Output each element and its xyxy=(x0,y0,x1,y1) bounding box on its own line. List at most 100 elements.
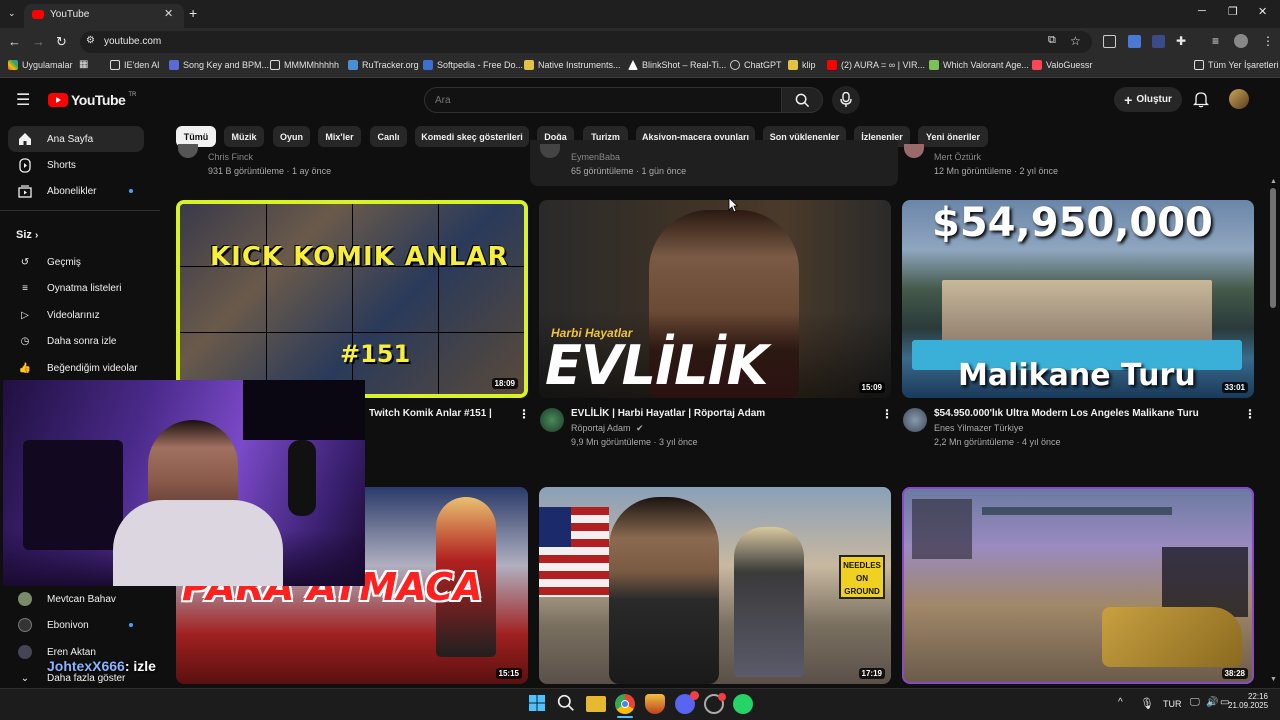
bookmark-item[interactable]: ValoGuessr xyxy=(1032,60,1092,70)
notifications-bell-icon[interactable] xyxy=(1193,91,1209,108)
whatsapp-icon[interactable] xyxy=(733,694,753,714)
scroll-down-icon[interactable]: ▼ xyxy=(1270,676,1277,683)
channel-avatar[interactable] xyxy=(178,144,198,158)
video-title[interactable]: $54.950.000'lık Ultra Modern Los Angeles… xyxy=(934,408,1199,419)
tab-close-icon[interactable]: ✕ xyxy=(164,7,173,20)
minimize-icon[interactable]: ─ xyxy=(1198,5,1206,17)
input-language[interactable]: TUR xyxy=(1163,699,1182,709)
tab-groups-icon[interactable]: ▦ xyxy=(79,59,88,70)
tray-mic-icon[interactable]: 🎙 xyxy=(1140,697,1154,710)
tab-search-chevron-icon[interactable]: ⌄ xyxy=(8,8,16,19)
page-scrollbar[interactable] xyxy=(1270,188,1276,308)
channel-name[interactable]: Chris Finck xyxy=(208,152,253,162)
chip-comedy-sketches[interactable]: Komedi skeç gösterileri xyxy=(415,126,529,147)
channel-avatar[interactable] xyxy=(540,408,564,432)
clock[interactable]: 22:16 21.09.2025 xyxy=(1228,692,1268,710)
all-bookmarks[interactable]: Tüm Yer İşaretleri xyxy=(1194,60,1279,70)
bookmark-item[interactable]: (2) AURA = ∞ | VIR... xyxy=(827,60,925,70)
new-tab-icon[interactable]: + xyxy=(189,5,197,21)
extension-1-icon[interactable] xyxy=(1103,35,1116,48)
bookmark-apps[interactable]: Uygulamalar xyxy=(8,60,73,70)
chip-gaming[interactable]: Oyun xyxy=(273,126,310,147)
sidebar-item-subscriptions[interactable]: Abonelikler xyxy=(8,178,144,204)
video-title[interactable]: Twitch Komik Anlar #151 | xyxy=(369,408,492,419)
video-title[interactable]: EVLİLİK | Harbi Hayatlar | Röportaj Adam xyxy=(571,408,765,419)
video-thumbnail[interactable]: NEEDLES ON GROUND 17:19 xyxy=(539,487,891,684)
bookmark-item[interactable]: ChatGPT xyxy=(730,60,782,70)
browser-tab[interactable]: YouTube ✕ xyxy=(24,4,184,28)
sidebar-item-shorts[interactable]: Shorts xyxy=(8,152,144,178)
bookmark-item[interactable]: MMMMhhhhh xyxy=(270,60,339,70)
discord-icon[interactable] xyxy=(675,691,699,714)
search-box[interactable] xyxy=(424,87,782,113)
account-avatar[interactable] xyxy=(1229,89,1249,109)
channel-name[interactable]: Röportaj Adam xyxy=(571,423,631,433)
bookmark-item[interactable]: BlinkShot – Real-Ti... xyxy=(628,60,726,70)
sidebar-item-your-videos[interactable]: ▷ Videolarınız xyxy=(8,302,144,328)
chrome-icon[interactable] xyxy=(615,694,635,714)
tray-overflow-icon[interactable]: ^ xyxy=(1118,697,1123,708)
bookmark-item[interactable]: Which Valorant Age... xyxy=(929,60,1029,70)
chip-mixes[interactable]: Mix'ler xyxy=(318,126,361,147)
bookmark-item[interactable]: klip xyxy=(788,60,816,70)
sidebar-item-liked-videos[interactable]: 👍 Beğendiğim videolar xyxy=(8,355,144,381)
sidebar-you-header[interactable]: Siz › xyxy=(16,229,38,241)
forward-icon[interactable]: → xyxy=(32,34,45,49)
chip-music[interactable]: Müzik xyxy=(224,126,264,147)
chip-new-to-you[interactable]: Yeni öneriler xyxy=(918,126,988,147)
network-icon[interactable]: 🖵 xyxy=(1190,697,1200,708)
search-input[interactable] xyxy=(435,92,755,108)
site-info-icon[interactable]: ⚙ xyxy=(86,35,95,46)
file-explorer-icon[interactable] xyxy=(586,696,606,712)
bookmark-item[interactable]: Native Instruments... xyxy=(524,60,621,70)
sidebar-item-watch-later[interactable]: ◷ Daha sonra izle xyxy=(8,328,144,354)
bookmark-item[interactable]: RuTracker.org xyxy=(348,60,419,70)
menu-hamburger-icon[interactable]: ☰ xyxy=(16,90,30,110)
brave-icon[interactable] xyxy=(645,694,665,714)
bookmark-star-icon[interactable]: ☆ xyxy=(1070,34,1081,48)
extension-2-icon[interactable] xyxy=(1152,35,1165,48)
install-app-icon[interactable]: ⧉ xyxy=(1048,34,1056,47)
sidebar-sub-item[interactable]: Mevtcan Bahav xyxy=(8,586,144,612)
back-icon[interactable]: ← xyxy=(8,34,21,49)
video-menu-icon[interactable]: ⋮ xyxy=(1244,407,1256,421)
sidebar-item-home[interactable]: Ana Sayfa xyxy=(8,126,144,152)
chip-live[interactable]: Canlı xyxy=(370,126,407,147)
video-thumbnail[interactable]: $54,950,000 Malikane Turu 33:01 xyxy=(902,200,1254,398)
media-control-icon[interactable]: ≡ xyxy=(1212,34,1219,48)
reload-icon[interactable]: ↻ xyxy=(56,34,67,50)
bookmark-item[interactable]: Softpedia - Free Do... xyxy=(423,60,523,70)
channel-name[interactable]: EymenBaba xyxy=(571,152,620,162)
scroll-up-icon[interactable]: ▲ xyxy=(1270,178,1277,185)
restore-icon[interactable]: ❐ xyxy=(1228,5,1238,18)
sidebar-sub-item[interactable]: Ebonivon xyxy=(8,612,144,638)
channel-avatar[interactable] xyxy=(904,144,924,158)
search-button[interactable] xyxy=(781,87,823,113)
video-thumbnail[interactable]: KICK KOMIK ANLAR #151 18:09 xyxy=(176,200,528,398)
window-close-icon[interactable]: ✕ xyxy=(1258,5,1267,18)
channel-name[interactable]: Enes Yilmazer Türkiye xyxy=(934,423,1023,433)
sidebar-item-playlists[interactable]: ≡ Oynatma listeleri xyxy=(8,275,144,301)
volume-icon[interactable]: 🔊 xyxy=(1206,697,1218,708)
video-menu-icon[interactable]: ⋮ xyxy=(881,407,893,421)
app-icon[interactable] xyxy=(704,693,726,714)
video-menu-icon[interactable]: ⋮ xyxy=(518,407,530,421)
video-thumbnail[interactable]: Harbi Hayatlar EVLİLİK 15:09 xyxy=(539,200,891,398)
create-button[interactable]: + Oluştur xyxy=(1114,87,1182,112)
bookmark-item[interactable]: Song Key and BPM... xyxy=(169,60,269,70)
profile-avatar[interactable] xyxy=(1234,34,1248,48)
bookmark-item[interactable]: IE'den Al xyxy=(110,60,159,70)
start-button[interactable] xyxy=(528,694,548,714)
sidebar-item-history[interactable]: ↺ Geçmiş xyxy=(8,249,144,275)
channel-avatar[interactable] xyxy=(903,408,927,432)
youtube-logo[interactable]: YouTube TR xyxy=(48,92,136,108)
voice-search-button[interactable] xyxy=(832,86,860,114)
taskbar-search-button[interactable] xyxy=(557,694,577,714)
channel-name[interactable]: Mert Öztürk xyxy=(934,152,981,162)
extensions-puzzle-icon[interactable]: ✚ xyxy=(1176,34,1186,48)
video-thumbnail[interactable]: 38:28 xyxy=(902,487,1254,684)
create-label: Oluştur xyxy=(1136,94,1172,105)
browser-menu-icon[interactable]: ⋮ xyxy=(1262,34,1274,48)
address-bar[interactable]: ⚙ youtube.com ⧉ ☆ xyxy=(80,31,1092,53)
extension-translate-icon[interactable] xyxy=(1128,35,1141,48)
